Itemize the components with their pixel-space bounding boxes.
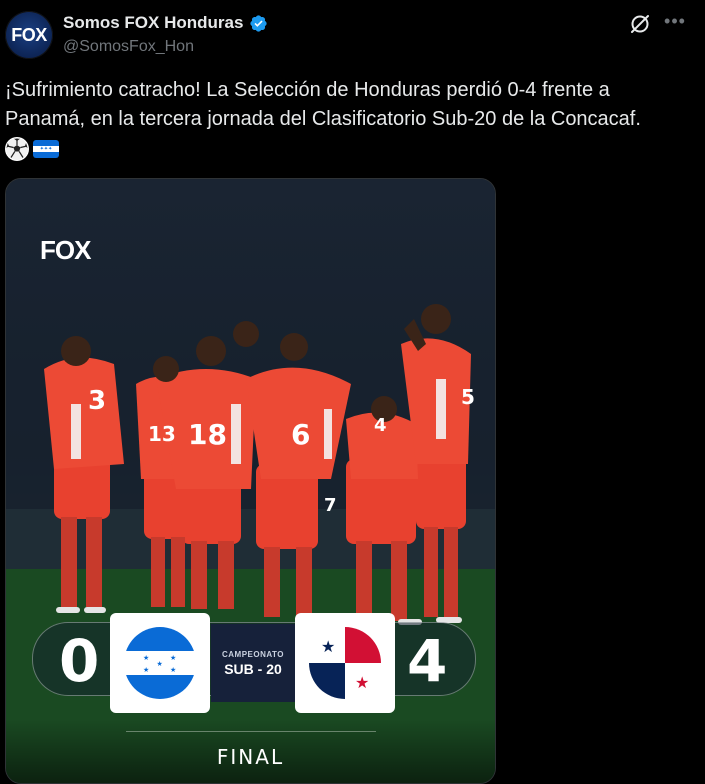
display-name[interactable]: Somos FOX Honduras	[63, 13, 243, 33]
svg-text:★: ★	[170, 654, 176, 662]
divider	[126, 731, 376, 732]
svg-text:★: ★	[170, 666, 176, 674]
away-score: 4	[407, 627, 448, 695]
svg-text:★: ★	[143, 666, 149, 674]
svg-text:★: ★	[157, 660, 163, 668]
grok-icon[interactable]	[627, 11, 653, 37]
avatar[interactable]: FOX	[5, 11, 53, 59]
verified-badge-icon	[250, 14, 268, 32]
match-status: FINAL	[216, 745, 285, 769]
honduras-flag-card: ★ ★ ★ ★ ★	[110, 613, 210, 713]
svg-text:★: ★	[321, 637, 335, 656]
handle[interactable]: @SomosFox_Hon	[63, 38, 194, 56]
honduras-flag-emoji-icon: ✦✦✦	[33, 140, 59, 158]
author-name-row: Somos FOX Honduras	[63, 13, 268, 33]
jersey-number: 18	[188, 418, 227, 451]
soccer-ball-emoji-icon	[5, 137, 29, 161]
competition-name: SUB - 20	[224, 660, 282, 677]
panama-flag-card: ★ ★	[295, 613, 395, 713]
svg-text:★: ★	[143, 654, 149, 662]
panama-flag-icon: ★ ★	[309, 627, 381, 699]
tweet-media-image[interactable]: 3 13 18 6 7 4 5 FOX 0 4 ★ ★ ★ ★ ★ CAMPEO…	[5, 178, 496, 784]
jersey-number: 13	[148, 422, 176, 446]
jersey-number: 5	[461, 385, 475, 409]
honduras-flag-icon: ★ ★ ★ ★ ★	[124, 627, 196, 699]
competition-label: CAMPEONATO	[221, 649, 285, 659]
jersey-number: 4	[374, 415, 387, 436]
avatar-logo-text: FOX	[11, 24, 47, 45]
jersey-number: 7	[324, 495, 337, 516]
svg-text:★: ★	[355, 673, 369, 692]
more-options-icon[interactable]: •••	[662, 8, 688, 34]
home-score: 0	[59, 627, 100, 695]
tweet-emojis: ✦✦✦	[5, 137, 59, 161]
jersey-number: 3	[88, 386, 106, 416]
jersey-number: 6	[291, 418, 310, 451]
competition-badge: CAMPEONATO SUB - 20	[211, 624, 295, 702]
tweet-text: ¡Sufrimiento catracho! La Selección de H…	[5, 79, 641, 130]
fox-logo: FOX	[40, 235, 91, 265]
